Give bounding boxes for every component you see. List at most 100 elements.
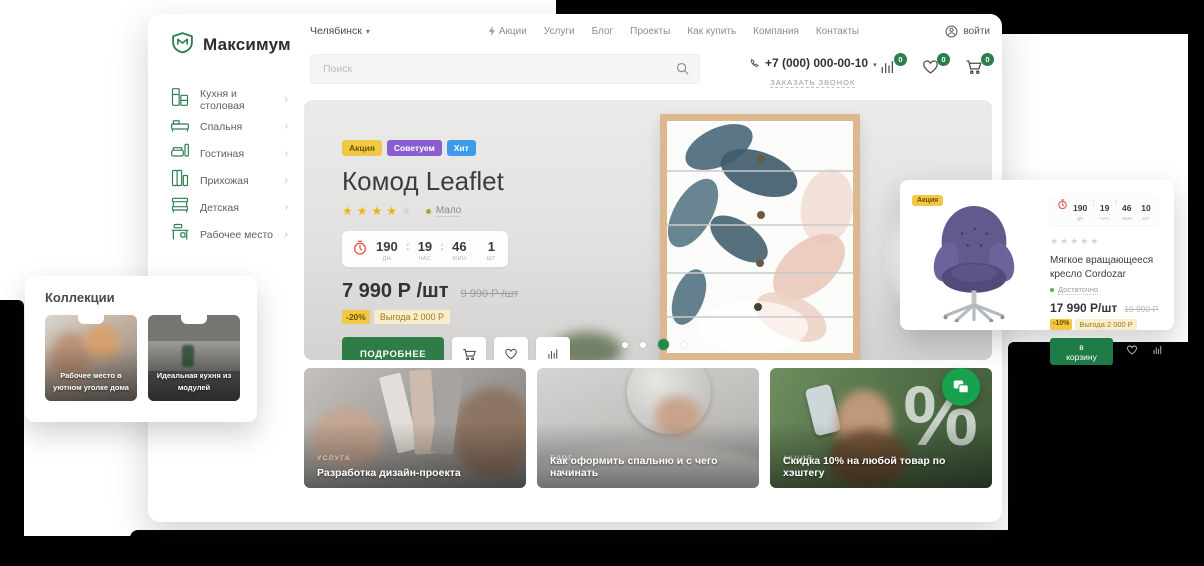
current-price: 7 990 Р /шт [342,280,449,303]
hero-buttons: ПОДРОБНЕЕ [342,337,570,360]
nav-link-howtobuy[interactable]: Как купить [687,26,736,37]
cart-icon [461,347,478,361]
sidebar-item-kids[interactable]: Детская [170,194,302,221]
search-icon[interactable] [675,61,690,81]
nav-link-contacts[interactable]: Контакты [816,26,859,37]
details-button[interactable]: ПОДРОБНЕЕ [342,337,444,360]
hallway-icon [170,168,190,193]
nav-link-blog[interactable]: Блог [592,26,614,37]
floating-product-card[interactable]: Акция 190дн 19час 46мин 10шт ★★ [900,180,1174,330]
star-icon: ★ [357,205,368,217]
collection-card-kitchen[interactable]: Идеальная кухня из модулей [148,315,240,401]
product-benefit-row: -10% Выгода 2 000 Р [1050,319,1164,330]
star-icon: ★ [401,205,412,217]
kitchen-icon [170,87,190,112]
old-price: 9 990 Р /шт [461,288,519,300]
sidebar-item-label: Гостиная [200,148,244,160]
category-menu: Кухня и столовая Спальня Гостиная Прихож… [170,86,302,248]
add-to-wishlist-button[interactable] [1125,343,1139,361]
star-icon: ★ [342,205,353,217]
collections-title: Коллекции [45,290,257,305]
promo-card-service[interactable]: УСЛУГА Разработка дизайн-проекта [304,368,526,488]
wishlist-button[interactable]: 0 [921,58,940,81]
chat-widget-button[interactable] [942,368,980,406]
storefront-window: Максимум Кухня и столовая Спальня Гостин… [148,14,1002,522]
chevron-right-icon [285,230,288,240]
timer-days: 190 [376,239,398,254]
slider-dot[interactable] [622,342,628,348]
hero-slider: Акция Советуем Хит Комод Leaflet ★★★★★ М… [304,100,992,360]
badge-promo: Акция [342,140,382,156]
header-tools: +7 (000) 000-00-10 заказать звонок 0 0 0 [304,54,990,90]
add-to-cart-button[interactable] [452,337,486,360]
slider-dot[interactable] [681,342,687,348]
add-to-cart-button[interactable]: в корзину [1050,338,1113,365]
category-sidebar: Максимум Кухня и столовая Спальня Гостин… [148,14,302,522]
user-icon [945,25,958,38]
stock-dot-icon [1050,288,1054,292]
nav-link-projects[interactable]: Проекты [630,26,670,37]
stock-status: Мало [426,205,462,217]
current-price: 17 990 Р/шт [1050,301,1117,315]
countdown-timer: 190дн 19час 46мин 10шт [1050,194,1158,225]
kids-icon [170,195,190,220]
hero-benefit-row: -20% Выгода 2 000 Р [342,310,570,324]
collection-card-workspace[interactable]: Рабочее место в уютном уголке дома [45,315,137,401]
sidebar-item-label: Прихожая [200,175,249,187]
chat-icon [952,379,970,395]
compare-count-badge: 0 [894,53,907,66]
sidebar-item-livingroom[interactable]: Гостиная [170,140,302,167]
brand-logo[interactable]: Максимум [170,30,302,60]
hero-badges: Акция Советуем Хит [342,140,570,156]
sidebar-item-label: Рабочее место [200,229,273,241]
compare-icon [1151,344,1164,356]
phone-number[interactable]: +7 (000) 000-00-10 [765,56,868,70]
sidebar-item-kitchen[interactable]: Кухня и столовая [170,86,302,113]
chevron-right-icon [285,203,288,213]
brand-name: Максимум [203,35,291,55]
sidebar-item-label: Кухня и столовая [200,88,275,112]
phone-block: +7 (000) 000-00-10 заказать звонок [749,54,877,90]
collections-panel: Коллекции Рабочее место в уютном уголке … [25,276,257,422]
nav-link-company[interactable]: Компания [753,26,799,37]
cart-button[interactable]: 0 [964,58,984,81]
nav-link-promos[interactable]: Акции [488,26,527,37]
wishlist-count-badge: 0 [937,53,950,66]
add-to-compare-button[interactable] [1151,343,1164,361]
nav-links: Акции Услуги Блог Проекты Как купить Ком… [488,26,859,37]
login-label: войти [963,26,990,37]
promo-tag: УСЛУГА [317,455,351,462]
compare-button[interactable]: 0 [878,58,897,81]
city-label: Челябинск [310,25,362,37]
login-button[interactable]: войти [945,25,990,38]
promo-title: Скидка 10% на любой товар по хэштегу [783,455,982,479]
nav-link-services[interactable]: Услуги [544,26,575,37]
sidebar-item-bedroom[interactable]: Спальня [170,113,302,140]
promo-title: Как оформить спальню и с чего начинать [550,455,749,479]
product-title[interactable]: Мягкое вращающееся кресло Cordozar [1050,254,1164,281]
sidebar-item-workspace[interactable]: Рабочее место [170,221,302,248]
stock-dot-icon [426,209,431,214]
benefit-badge: Выгода 2 000 Р [1075,319,1136,330]
chevron-down-icon[interactable] [873,54,877,72]
promo-card-blog[interactable]: БЛОГ Как оформить спальню и с чего начин… [537,368,759,488]
callback-link[interactable]: заказать звонок [770,78,855,88]
heart-icon [1125,344,1139,356]
header-actions: 0 0 0 [878,58,984,81]
card-notch [181,315,207,324]
search-input[interactable] [310,54,700,84]
chevron-right-icon [285,176,288,186]
badge-hit: Хит [447,140,476,156]
hero-product-title: Комод Leaflet [342,166,570,197]
slider-dot[interactable] [640,342,646,348]
add-to-compare-button[interactable] [536,337,570,360]
brand-logo-icon [170,30,195,60]
bedroom-icon [170,114,190,139]
add-to-wishlist-button[interactable] [494,337,528,360]
city-selector[interactable]: Челябинск [310,25,370,37]
stock-status: Достаточно [1050,285,1164,295]
timer-hours: 19 [418,239,432,254]
sidebar-item-label: Спальня [200,121,242,133]
slider-dot-active[interactable] [658,339,669,350]
sidebar-item-hallway[interactable]: Прихожая [170,167,302,194]
